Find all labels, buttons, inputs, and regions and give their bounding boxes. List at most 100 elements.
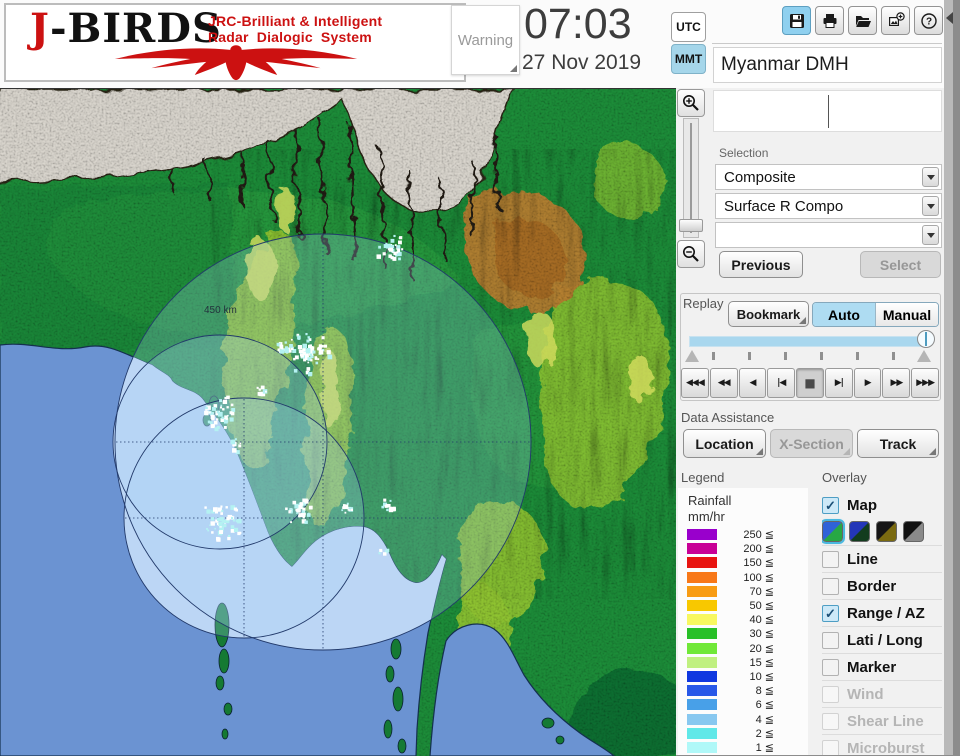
map-zoom-slider[interactable] [679, 118, 703, 238]
bookmark-button[interactable]: Bookmark [728, 301, 809, 327]
legend-value: 40 ≦ [749, 614, 774, 627]
dropdown-arrow-button[interactable] [922, 225, 939, 245]
magnifier-minus-icon [683, 246, 699, 262]
play-button[interactable]: ▶ [853, 368, 882, 398]
legend-color-swatch [687, 727, 717, 739]
checkbox-icon[interactable] [822, 740, 839, 755]
stop-button[interactable]: ■ [796, 368, 824, 398]
help-button[interactable]: ? [914, 6, 943, 35]
rewind-button[interactable]: ◀◀ [709, 368, 738, 398]
legend-row: 40 ≦ [678, 613, 808, 626]
clock-date: 27 Nov 2019 [522, 51, 642, 74]
overlay-item-microburst[interactable]: Microburst [822, 734, 942, 755]
overlay-item-shear-line[interactable]: Shear Line [822, 707, 942, 735]
add-image-button[interactable] [881, 6, 910, 35]
product-dropdown-2[interactable]: Surface R Compo [715, 193, 942, 219]
checkbox-icon[interactable] [822, 551, 839, 568]
legend-row: 100 ≦ [678, 571, 808, 584]
checkbox-icon[interactable] [822, 578, 839, 595]
open-folder-icon [855, 15, 871, 27]
overlay-item-label: Wind [847, 686, 884, 703]
play-reverse-button[interactable]: ◀ [738, 368, 767, 398]
checkbox-icon[interactable] [822, 659, 839, 676]
x-section-button[interactable]: X-Section [770, 429, 853, 458]
step-back-button[interactable]: |◀ [767, 368, 796, 398]
legend-row: 6 ≦ [678, 698, 808, 711]
overlay-item-map[interactable]: ✓ Map [822, 492, 942, 519]
map-style-swatch-2[interactable] [849, 520, 870, 542]
jbirds-logo: J-BIRDS JRC-Brilliant & Intelligent Rada… [4, 3, 466, 82]
map-zoom-out-button[interactable] [677, 240, 705, 268]
product-dropdown-3[interactable] [715, 222, 942, 248]
overlay-item-marker[interactable]: Marker [822, 653, 942, 681]
utc-button[interactable]: UTC [671, 12, 706, 42]
legend-row: 250 ≦ [678, 528, 808, 541]
map-style-swatch-1[interactable] [822, 518, 845, 544]
overlay-item-range-az[interactable]: ✓ Range / AZ [822, 599, 942, 627]
checkbox-icon[interactable] [822, 632, 839, 649]
map-style-swatch-4[interactable] [903, 520, 924, 542]
legend-color-swatch [687, 543, 717, 555]
track-button[interactable]: Track [857, 429, 939, 458]
window-edge [953, 0, 960, 755]
fastest-forward-button[interactable]: ▶▶▶ [911, 368, 940, 398]
overlay-item-lati-long[interactable]: Lati / Long [822, 626, 942, 654]
checkbox-checked-icon[interactable]: ✓ [822, 497, 839, 514]
legend-color-swatch [687, 557, 717, 569]
map-style-swatch-3[interactable] [876, 520, 897, 542]
step-forward-button[interactable]: ▶| [824, 368, 853, 398]
select-button[interactable]: Select [860, 251, 941, 278]
zoom-slider-groove [690, 123, 692, 233]
timeline-tick [892, 352, 895, 360]
overlay-item-wind[interactable]: Wind [822, 680, 942, 708]
panel-collapse-strip[interactable] [944, 0, 953, 755]
overlay-item-line[interactable]: Line [822, 545, 942, 573]
save-button[interactable] [782, 6, 811, 35]
checkbox-icon[interactable] [822, 713, 839, 730]
replay-timeline-slider[interactable] [689, 336, 928, 347]
dropdown-arrow-button[interactable] [922, 196, 939, 216]
fast-rewind-button[interactable]: ◀◀◀ [681, 368, 709, 398]
replay-slider-handle[interactable] [917, 330, 935, 348]
print-button[interactable] [815, 6, 844, 35]
timeline-end-marker[interactable] [917, 350, 931, 362]
dropdown-arrow-button[interactable] [922, 167, 939, 187]
checkbox-icon[interactable] [822, 686, 839, 703]
legend-row: 1 ≦ [678, 741, 808, 754]
previous-button[interactable]: Previous [719, 251, 803, 278]
control-panel: Selection Composite Surface R Compo Prev… [676, 88, 944, 755]
location-button[interactable]: Location [683, 429, 766, 458]
radar-map[interactable]: 450 km [0, 88, 676, 756]
mmt-button[interactable]: MMT [671, 44, 706, 74]
overlay-item-border[interactable]: Border [822, 572, 942, 600]
text-entry-box[interactable] [713, 90, 942, 132]
text-cursor [828, 95, 829, 128]
chevron-down-icon [926, 203, 935, 209]
legend-title-line1: Rainfall [688, 493, 732, 508]
map-zoom-in-button[interactable] [677, 89, 705, 117]
auto-mode-button[interactable]: Auto [813, 303, 876, 326]
timeline-tick [784, 352, 787, 360]
overlay-list: ✓ Map Line Border ✓ Range / AZ Lati / Long Mark… [822, 488, 942, 755]
timeline-start-marker[interactable] [685, 350, 699, 362]
timeline-tick [748, 352, 751, 360]
fast-forward-button[interactable]: ▶▶ [882, 368, 911, 398]
legend-color-swatch [687, 614, 717, 626]
legend-row: 20 ≦ [678, 642, 808, 655]
open-folder-button[interactable] [848, 6, 877, 35]
station-name-box: Myanmar DMH [713, 47, 942, 83]
zoom-slider-thumb[interactable] [679, 219, 703, 232]
legend-title-line2: mm/hr [688, 509, 725, 524]
legend-color-swatch [687, 742, 717, 753]
product-dropdown-1[interactable]: Composite [715, 164, 942, 190]
legend-color-swatch [687, 628, 717, 640]
chevron-down-icon [926, 174, 935, 180]
product-dropdown-1-value: Composite [724, 169, 796, 186]
warning-button[interactable]: Warning [451, 5, 520, 75]
data-assistance-label: Data Assistance [681, 410, 775, 425]
legend-value: 50 ≦ [749, 600, 774, 612]
manual-mode-button[interactable]: Manual [876, 303, 938, 326]
station-name: Myanmar DMH [721, 54, 849, 75]
legend-row: 150 ≦ [678, 556, 808, 569]
checkbox-checked-icon[interactable]: ✓ [822, 605, 839, 622]
